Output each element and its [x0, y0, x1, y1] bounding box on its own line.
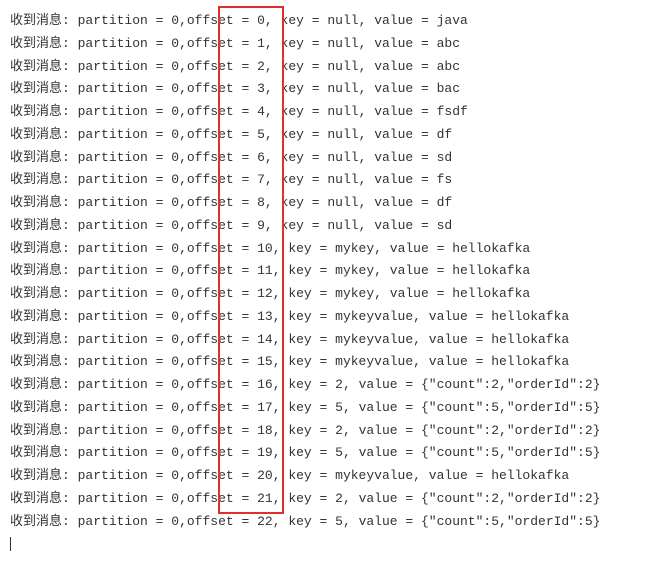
console-output: 收到消息: partition = 0,offset = 0, key = nu…	[10, 10, 662, 533]
log-line: 收到消息: partition = 0,offset = 19, key = 5…	[10, 442, 662, 465]
log-line: 收到消息: partition = 0,offset = 1, key = nu…	[10, 33, 662, 56]
log-line: 收到消息: partition = 0,offset = 3, key = nu…	[10, 78, 662, 101]
log-line: 收到消息: partition = 0,offset = 8, key = nu…	[10, 192, 662, 215]
log-line: 收到消息: partition = 0,offset = 6, key = nu…	[10, 147, 662, 170]
log-line: 收到消息: partition = 0,offset = 12, key = m…	[10, 283, 662, 306]
log-line: 收到消息: partition = 0,offset = 2, key = nu…	[10, 56, 662, 79]
log-line: 收到消息: partition = 0,offset = 20, key = m…	[10, 465, 662, 488]
log-line: 收到消息: partition = 0,offset = 11, key = m…	[10, 260, 662, 283]
log-line: 收到消息: partition = 0,offset = 22, key = 5…	[10, 511, 662, 534]
log-line: 收到消息: partition = 0,offset = 9, key = nu…	[10, 215, 662, 238]
log-line: 收到消息: partition = 0,offset = 7, key = nu…	[10, 169, 662, 192]
text-cursor	[10, 537, 11, 551]
log-line: 收到消息: partition = 0,offset = 5, key = nu…	[10, 124, 662, 147]
log-line: 收到消息: partition = 0,offset = 15, key = m…	[10, 351, 662, 374]
log-line: 收到消息: partition = 0,offset = 4, key = nu…	[10, 101, 662, 124]
log-line: 收到消息: partition = 0,offset = 13, key = m…	[10, 306, 662, 329]
log-line: 收到消息: partition = 0,offset = 18, key = 2…	[10, 420, 662, 443]
log-line: 收到消息: partition = 0,offset = 14, key = m…	[10, 329, 662, 352]
log-line: 收到消息: partition = 0,offset = 17, key = 5…	[10, 397, 662, 420]
log-line: 收到消息: partition = 0,offset = 21, key = 2…	[10, 488, 662, 511]
log-line: 收到消息: partition = 0,offset = 10, key = m…	[10, 238, 662, 261]
log-line: 收到消息: partition = 0,offset = 0, key = nu…	[10, 10, 662, 33]
log-line: 收到消息: partition = 0,offset = 16, key = 2…	[10, 374, 662, 397]
